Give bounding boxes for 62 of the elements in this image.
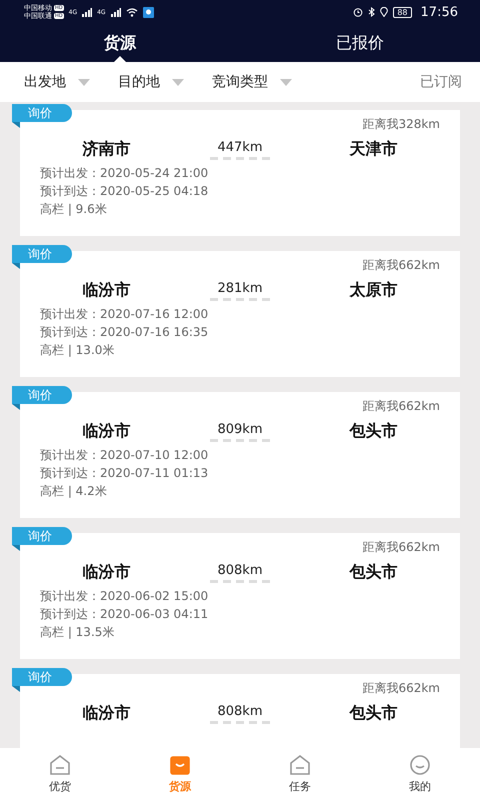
inquiry-tag: 询价 [12, 104, 72, 122]
cargo-detail: 高栏 | 13.5米 [40, 624, 116, 641]
alarm-icon [353, 7, 364, 17]
route-distance: 808km [217, 562, 262, 578]
distance-from-me: 距离我662km [362, 398, 440, 415]
dashed-line-icon [210, 720, 270, 724]
route-distance: 447km [217, 140, 262, 154]
wifi-icon [126, 8, 138, 16]
cargo-detail: 预计出发：2020-06-02 15:00 [40, 588, 210, 605]
origin-city: 临汾市 [82, 421, 132, 442]
cargo-detail: 预计到达：2020-07-16 16:35 [40, 324, 210, 341]
distance-from-me: 距离我662km [362, 539, 440, 556]
origin-city: 临汾市 [82, 703, 132, 724]
inquiry-tag: 询价 [12, 668, 72, 686]
distance-from-me: 距离我662km [362, 680, 440, 697]
dashed-line-icon [210, 156, 270, 160]
app-icon [142, 6, 154, 18]
inquiry-tag: 询价 [12, 386, 72, 404]
signal-icon [110, 8, 121, 16]
origin-city: 济南市 [82, 139, 132, 160]
signal-icon [82, 8, 92, 16]
distance-from-me: 距离我328km [362, 116, 440, 133]
filter-dropdown[interactable]: 目的地 [118, 73, 160, 91]
route-distance: 281km [217, 280, 262, 296]
route-distance: 809km [217, 422, 262, 436]
cargo-detail: 高栏 | 4.2米 [40, 483, 108, 500]
origin-city: 临汾市 [82, 562, 132, 583]
filter-dropdown[interactable]: 竞询类型 [212, 73, 268, 91]
destination-city: 包头市 [348, 562, 398, 583]
cargo-detail: 高栏 | 13.0米 [40, 342, 116, 359]
distance-from-me: 距离我662km [362, 257, 440, 274]
caret-icon [280, 78, 292, 86]
destination-city: 包头市 [348, 421, 398, 442]
cargo-detail: 预计到达：2020-05-25 04:18 [40, 183, 210, 200]
filter-dropdown[interactable]: 出发地 [24, 73, 66, 91]
cargo-detail: 高栏 | 9.6米 [40, 201, 108, 218]
route-distance: 808km [217, 704, 262, 718]
dashed-line-icon [210, 580, 270, 582]
cargo-detail: 预计出发：2020-07-10 12:00 [40, 447, 210, 464]
nav-item[interactable]: 任务 [240, 748, 360, 800]
nav-item[interactable]: 我的 [360, 748, 480, 800]
inquiry-tag: 询价 [12, 245, 72, 263]
tab[interactable]: 已报价 [240, 24, 480, 62]
location-icon [380, 7, 388, 17]
caret-icon [78, 78, 90, 86]
destination-city: 天津市 [348, 139, 398, 160]
cargo-detail: 预计出发：2020-05-24 21:00 [40, 165, 210, 182]
cargo-detail: 预计出发：2020-07-16 12:00 [40, 306, 210, 323]
origin-city: 临汾市 [82, 280, 132, 301]
dashed-line-icon [210, 298, 270, 300]
caret-icon [172, 78, 184, 86]
nav-item[interactable]: 优货 [0, 748, 120, 800]
cargo-detail: 预计到达：2020-07-11 01:13 [40, 465, 210, 482]
dashed-line-icon [210, 438, 270, 442]
destination-city: 包头市 [348, 703, 398, 724]
battery-level: 88 [393, 6, 412, 18]
subscribed-link[interactable]: 已订阅 [420, 73, 462, 91]
destination-city: 太原市 [348, 280, 398, 301]
clock-time: 17:56 [420, 4, 458, 20]
cargo-detail: 预计到达：2020-06-03 04:11 [40, 606, 210, 623]
inquiry-tag: 询价 [12, 527, 72, 545]
bluetooth-icon [368, 7, 376, 17]
